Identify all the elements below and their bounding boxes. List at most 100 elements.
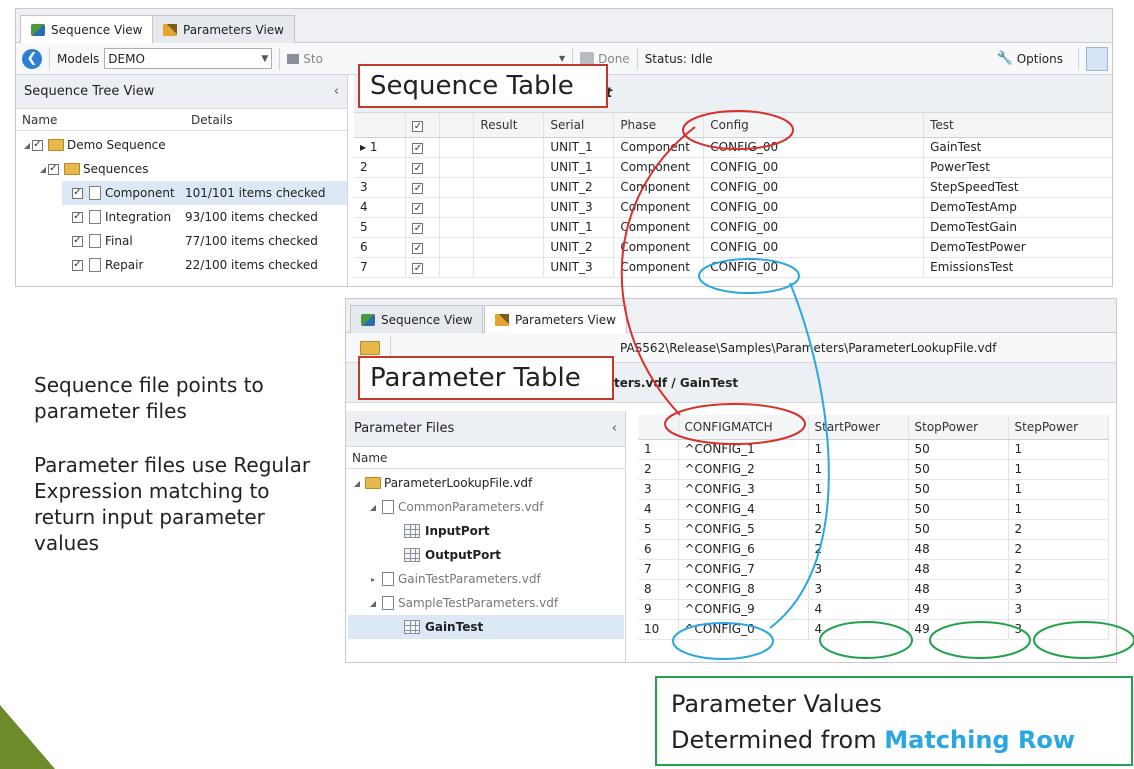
table-row[interactable]: 8 ^CONFIG_8 3 48 3 <box>638 579 1109 600</box>
column-phase[interactable]: Phase <box>613 113 705 138</box>
startpower-cell: 1 <box>808 459 909 480</box>
column-result[interactable]: Result <box>473 113 545 138</box>
expand-icon[interactable]: ◢ <box>368 599 378 608</box>
row-checkbox[interactable]: ✓ <box>405 257 441 278</box>
checkbox[interactable]: ✓ <box>72 211 83 223</box>
file-node[interactable]: OutputPort <box>404 543 501 567</box>
checkbox[interactable]: ✓ <box>412 203 424 215</box>
row-checkbox[interactable]: ✓ <box>405 137 441 158</box>
expand-icon[interactable]: ◢ <box>38 165 48 174</box>
file-node[interactable]: ◢ CommonParameters.vdf <box>368 495 544 519</box>
stop-button[interactable]: Sto <box>303 52 323 66</box>
checkbox[interactable]: ✓ <box>412 143 424 155</box>
table-row[interactable]: 5 ✓ UNIT_1 Component CONFIG_00 DemoTestGain <box>354 217 1112 238</box>
tab-sequence-view[interactable]: Sequence View <box>350 305 484 333</box>
blank-cell <box>439 137 475 158</box>
checkbox[interactable]: ✓ <box>412 223 424 235</box>
table-row[interactable]: 5 ^CONFIG_5 2 50 2 <box>638 519 1109 540</box>
checkbox[interactable]: ✓ <box>72 187 83 199</box>
file-node[interactable]: ◢ SampleTestParameters.vdf <box>368 591 558 615</box>
models-select[interactable]: DEMO ▼ <box>104 48 273 69</box>
table-row[interactable]: 6 ✓ UNIT_2 Component CONFIG_00 DemoTestPower <box>354 237 1112 258</box>
table-row[interactable]: 9 ^CONFIG_9 4 49 3 <box>638 599 1109 620</box>
options-button[interactable]: Options <box>1017 52 1063 66</box>
file-node[interactable]: ▸ GainTestParameters.vdf <box>368 567 541 591</box>
tree-node[interactable]: ✓ Repair 22/100 items checked <box>72 253 318 277</box>
blank-cell <box>439 257 475 278</box>
row-number: 2 <box>638 459 679 480</box>
table-row[interactable]: ▸ 1 ✓ UNIT_1 Component CONFIG_00 GainTest <box>354 137 1112 158</box>
tree-node-label: Final <box>105 234 133 248</box>
sequence-icon <box>31 24 45 36</box>
check-header[interactable]: ✓ <box>405 113 441 138</box>
table-row[interactable]: 3 ✓ UNIT_2 Component CONFIG_00 StepSpeedTest <box>354 177 1112 198</box>
expand-icon[interactable]: ▸ <box>368 575 378 584</box>
column-configmatch[interactable]: CONFIGMATCH <box>678 415 809 440</box>
file-node[interactable]: InputPort <box>404 519 490 543</box>
checkbox[interactable]: ✓ <box>412 163 424 175</box>
expand-icon[interactable]: ◢ <box>368 503 378 512</box>
edit-icon[interactable] <box>1086 46 1108 71</box>
row-checkbox[interactable]: ✓ <box>405 237 441 258</box>
column-config[interactable]: Config <box>703 113 925 138</box>
row-number: 7 <box>354 257 407 278</box>
table-row[interactable]: 1 ^CONFIG_1 1 50 1 <box>638 439 1109 460</box>
file-node-selected[interactable]: GainTest <box>348 615 624 639</box>
steppower-cell: 3 <box>1008 619 1109 640</box>
file-node[interactable]: ◢ ParameterLookupFile.vdf <box>352 471 532 495</box>
row-checkbox[interactable]: ✓ <box>405 197 441 218</box>
panel-title: Parameter Files <box>354 421 455 436</box>
row-number: 3 <box>638 479 679 500</box>
phase-cell: Component <box>613 157 705 178</box>
checkbox[interactable]: ✓ <box>412 243 424 255</box>
tree-node[interactable]: ◢ ✓ Demo Sequence <box>22 133 166 157</box>
collapse-icon[interactable]: ‹ <box>612 421 617 436</box>
sequence-icon <box>361 313 375 326</box>
sequence-table: ✓ Result Serial Phase Config Test ▸ 1 ✓ UN… <box>354 113 1112 278</box>
back-icon[interactable]: ❮ <box>22 48 42 69</box>
column-test[interactable]: Test <box>923 113 1112 138</box>
row-checkbox[interactable]: ✓ <box>405 177 441 198</box>
grid-title: ters.vdf / GainTest <box>614 376 739 390</box>
tree-node[interactable]: ✓ Final 77/100 items checked <box>72 229 318 253</box>
configmatch-cell: ^CONFIG_8 <box>678 579 809 600</box>
status-text: Status: Idle <box>644 51 713 66</box>
checkbox[interactable]: ✓ <box>72 259 83 271</box>
checkbox[interactable]: ✓ <box>32 139 43 151</box>
column-stoppower[interactable]: StopPower <box>908 415 1009 440</box>
startpower-cell: 3 <box>808 559 909 580</box>
column-steppower[interactable]: StepPower <box>1008 415 1109 440</box>
tab-parameters-view[interactable]: Parameters View <box>484 305 627 334</box>
checkbox[interactable]: ✓ <box>412 183 424 195</box>
table-row[interactable]: 3 ^CONFIG_3 1 50 1 <box>638 479 1109 500</box>
configmatch-cell: ^CONFIG_6 <box>678 539 809 560</box>
table-row[interactable]: 2 ✓ UNIT_1 Component CONFIG_00 PowerTest <box>354 157 1112 178</box>
header-checkbox[interactable]: ✓ <box>412 121 424 132</box>
tab-parameters-view[interactable]: Parameters View <box>152 15 295 43</box>
column-serial[interactable]: Serial <box>543 113 615 138</box>
tree-node-details: 93/100 items checked <box>185 210 318 224</box>
table-row[interactable]: 6 ^CONFIG_6 2 48 2 <box>638 539 1109 560</box>
blank-cell <box>439 157 475 178</box>
table-row[interactable]: 7 ✓ UNIT_3 Component CONFIG_00 EmissionsTest <box>354 257 1112 278</box>
row-checkbox[interactable]: ✓ <box>405 157 441 178</box>
table-row[interactable]: 7 ^CONFIG_7 3 48 2 <box>638 559 1109 580</box>
path-input[interactable]: PAS562\Release\Samples\Parameters\Parame… <box>620 341 996 355</box>
column-startpower[interactable]: StartPower <box>808 415 909 440</box>
expand-icon[interactable]: ◢ <box>352 479 362 488</box>
tree-node[interactable]: ◢ ✓ Sequences <box>38 157 149 181</box>
expand-icon[interactable]: ◢ <box>22 141 32 150</box>
checkbox[interactable]: ✓ <box>72 235 83 247</box>
tab-sequence-view[interactable]: Sequence View <box>20 15 154 44</box>
tree-node-selected[interactable]: ✓ Component 101/101 items checked <box>62 181 347 205</box>
checkbox[interactable]: ✓ <box>48 163 59 175</box>
table-row[interactable]: 4 ✓ UNIT_3 Component CONFIG_00 DemoTestAmp <box>354 197 1112 218</box>
table-row[interactable]: 2 ^CONFIG_2 1 50 1 <box>638 459 1109 480</box>
table-row[interactable]: 4 ^CONFIG_4 1 50 1 <box>638 499 1109 520</box>
startpower-cell: 4 <box>808 599 909 620</box>
collapse-icon[interactable]: ‹ <box>334 84 339 99</box>
table-row[interactable]: 10 ^CONFIG_0 4 49 3 <box>638 619 1109 640</box>
tree-node[interactable]: ✓ Integration 93/100 items checked <box>72 205 318 229</box>
row-checkbox[interactable]: ✓ <box>405 217 441 238</box>
checkbox[interactable]: ✓ <box>412 263 424 275</box>
